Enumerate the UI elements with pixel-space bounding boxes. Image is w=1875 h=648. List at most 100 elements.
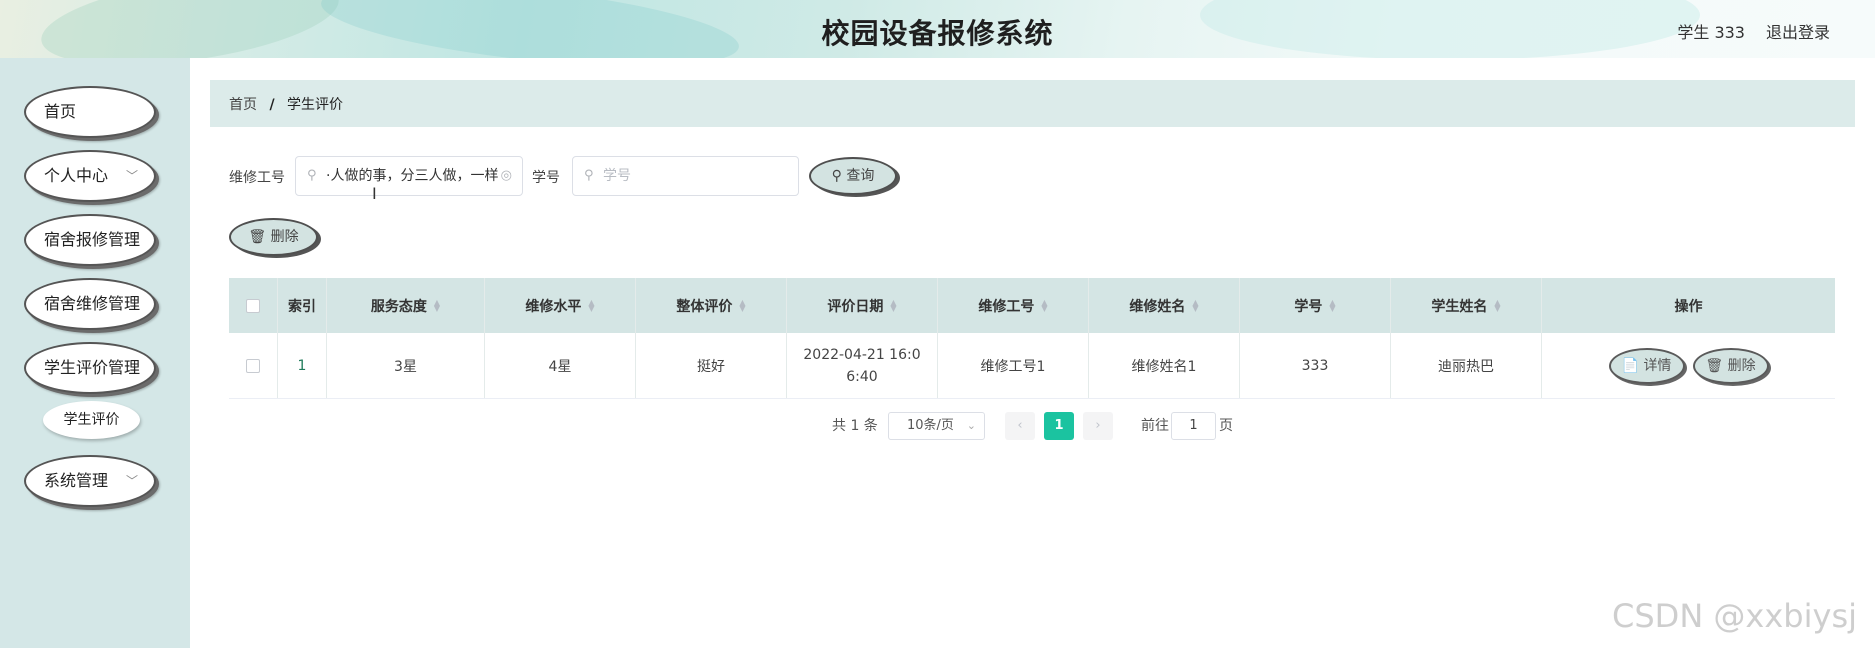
col-student-name[interactable]: 学生姓名 ▲ ▼ [1391, 278, 1542, 333]
sort-icon[interactable]: ▲ ▼ [739, 298, 745, 312]
query-button-label: 查询 [846, 168, 875, 184]
sidebar-item-label: 系统管理 [44, 471, 109, 490]
top-header: 校园设备报修系统 学生 333 退出登录 [0, 0, 1875, 58]
sidebar-item-dorm-maintenance[interactable]: 宿舍维修管理 [24, 278, 156, 330]
worker-id-input[interactable]: ⚲ ·人做的事，分三人做，一样 ◎ [295, 156, 523, 196]
trash-icon: 🗑 [248, 229, 267, 245]
sidebar: 首页 个人中心 ﹀ 宿舍报修管理 宿舍维修管理 学生评价管理 学生评价 系统管理… [0, 58, 190, 648]
search-icon: ⚲ [307, 168, 317, 183]
text-cursor-icon: I [372, 184, 377, 203]
sidebar-item-student-evaluation-mgmt[interactable]: 学生评价管理 [24, 342, 156, 394]
logout-link[interactable]: 退出登录 [1766, 19, 1830, 43]
cell-worker-name: 维修姓名1 [1089, 333, 1240, 398]
goto-page-input[interactable]: 1 [1171, 412, 1216, 440]
student-id-placeholder: 学号 [603, 168, 631, 184]
cell-skill: 4星 [485, 333, 636, 398]
sidebar-item-system-mgmt[interactable]: 系统管理 ﹀ [24, 455, 156, 507]
col-student-name-label: 学生姓名 [1431, 298, 1488, 315]
select-all-checkbox[interactable] [246, 298, 260, 313]
sidebar-item-label: 宿舍报修管理 [44, 230, 141, 249]
breadcrumb-separator: / [269, 97, 275, 113]
sort-icon[interactable]: ▲ ▼ [434, 298, 440, 312]
row-delete-button[interactable]: 🗑 删除 [1692, 347, 1769, 384]
col-worker-id-label: 维修工号 [978, 298, 1035, 315]
cell-student-id: 333 [1240, 333, 1391, 398]
page-size-value: 10条/页 [907, 418, 954, 433]
sidebar-item-dorm-repair[interactable]: 宿舍报修管理 [24, 214, 156, 266]
chevron-down-icon: ﹀ [125, 474, 138, 488]
page-suffix: 页 [1219, 418, 1233, 434]
cell-student-name: 迪丽热巴 [1391, 333, 1542, 398]
col-service[interactable]: 服务态度 ▲ ▼ [327, 278, 485, 333]
cell-overall: 挺好 [636, 333, 787, 398]
col-actions: 操作 [1542, 278, 1835, 333]
col-date[interactable]: 评价日期 ▲ ▼ [787, 278, 938, 333]
app-title: 校园设备报修系统 [821, 17, 1054, 50]
pagination-total: 共 1 条 [832, 418, 878, 434]
search-icon: ⚲ [831, 168, 842, 184]
sort-icon[interactable]: ▲ ▼ [1494, 298, 1500, 312]
row-delete-label: 删除 [1727, 357, 1756, 374]
breadcrumb-home[interactable]: 首页 [229, 97, 257, 113]
sidebar-subitem-student-evaluation[interactable]: 学生评价 [43, 401, 140, 439]
breadcrumb-current: 学生评价 [287, 97, 344, 113]
row-select-cell [229, 333, 278, 398]
cell-worker-id: 维修工号1 [938, 333, 1089, 398]
goto-label: 前往 [1141, 418, 1169, 434]
sort-icon[interactable]: ▲ ▼ [588, 298, 594, 312]
query-button[interactable]: ⚲ 查询 [809, 157, 897, 195]
select-all-cell [229, 278, 278, 333]
sidebar-item-label: 宿舍维修管理 [44, 294, 141, 313]
sort-icon[interactable]: ▲ ▼ [1329, 298, 1335, 312]
sidebar-item-home[interactable]: 首页 [24, 86, 156, 138]
col-worker-name[interactable]: 维修姓名 ▲ ▼ [1089, 278, 1240, 333]
col-overall-label: 整体评价 [676, 298, 733, 315]
cell-index: 1 [278, 333, 327, 398]
page-number-1[interactable]: 1 [1044, 412, 1074, 440]
prev-page-button[interactable]: ‹ [1005, 412, 1035, 440]
col-service-label: 服务态度 [370, 298, 427, 315]
sort-icon[interactable]: ▲ ▼ [1041, 298, 1047, 312]
col-student-id-label: 学号 [1294, 298, 1323, 315]
trash-icon: 🗑 [1705, 357, 1724, 374]
student-id-label: 学号 [532, 170, 560, 186]
col-overall[interactable]: 整体评价 ▲ ▼ [636, 278, 787, 333]
sidebar-item-label: 学生评价管理 [44, 358, 141, 377]
col-skill[interactable]: 维修水平 ▲ ▼ [485, 278, 636, 333]
next-page-button[interactable]: › [1083, 412, 1113, 440]
sidebar-item-personal-center[interactable]: 个人中心 ﹀ [24, 150, 156, 202]
breadcrumb: 首页 / 学生评价 [229, 94, 343, 114]
detail-button-label: 详情 [1643, 357, 1672, 374]
sidebar-item-label: 首页 [44, 102, 77, 121]
bulk-delete-button[interactable]: 🗑 删除 [229, 218, 318, 256]
bulk-delete-label: 删除 [270, 229, 299, 245]
document-icon: 📄 [1621, 357, 1639, 374]
search-icon: ⚲ [584, 168, 594, 183]
table-row: 1 3星 4星 挺好 2022-04-21 16:06:40 维修工号1 维修姓… [229, 333, 1835, 399]
chevron-down-icon: ⌄ [966, 419, 976, 432]
col-worker-name-label: 维修姓名 [1129, 298, 1186, 315]
row-checkbox[interactable] [246, 358, 260, 373]
col-index: 索引 [278, 278, 327, 333]
sidebar-subitem-label: 学生评价 [63, 412, 120, 428]
sort-icon[interactable]: ▲ ▼ [890, 298, 896, 312]
cell-actions: 📄 详情 🗑 删除 [1542, 333, 1835, 398]
detail-button[interactable]: 📄 详情 [1608, 347, 1685, 384]
cell-date: 2022-04-21 16:06:40 [787, 333, 938, 398]
col-actions-label: 操作 [1674, 298, 1703, 315]
col-skill-label: 维修水平 [525, 298, 582, 315]
col-date-label: 评价日期 [827, 298, 884, 315]
clear-icon[interactable]: ◎ [501, 157, 512, 195]
col-index-label: 索引 [288, 298, 316, 315]
current-user: 学生 333 [1677, 23, 1745, 42]
page-size-select[interactable]: 10条/页 ⌄ [888, 412, 985, 440]
chevron-down-icon: ﹀ [125, 169, 138, 183]
cell-service: 3星 [327, 333, 485, 398]
sort-icon[interactable]: ▲ ▼ [1192, 298, 1198, 312]
col-worker-id[interactable]: 维修工号 ▲ ▼ [938, 278, 1089, 333]
breadcrumb-bar: 首页 / 学生评价 [210, 80, 1855, 127]
student-id-input[interactable]: ⚲ 学号 [572, 156, 799, 196]
table-header: 索引 服务态度 ▲ ▼ 维修水平 ▲ ▼ 整体评价 ▲ ▼ 评价日期 ▲ ▼ 维修工号 ▲ ▼ 维修… [229, 278, 1835, 333]
col-student-id[interactable]: 学号 ▲ ▼ [1240, 278, 1391, 333]
worker-id-value: ·人做的事，分三人做，一样 [326, 168, 499, 184]
